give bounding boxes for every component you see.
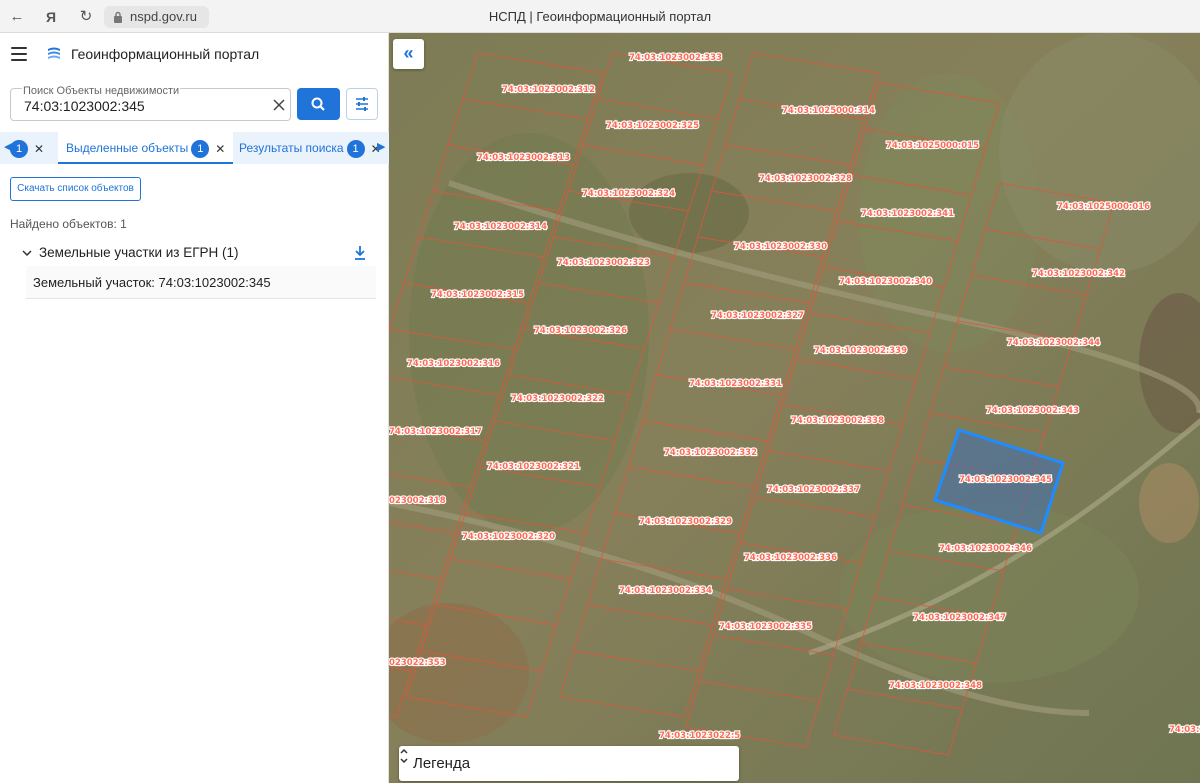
parcel-label[interactable]: 74:03:1023002:316 — [406, 358, 501, 370]
map-canvas[interactable]: 74:03:1023002:333 74:03:1023002:312 74:03:… — [389, 33, 1200, 783]
parcel-label[interactable]: 74:03:1023002:324 — [581, 188, 676, 200]
menu-icon[interactable] — [11, 47, 27, 61]
tabs-bar: ◀ 1 ✕ Выделенные объекты 1 ✕ Результаты пои… — [0, 132, 389, 164]
parcel-label[interactable]: 74:03:1023002:334 — [618, 585, 713, 597]
tab-search-results[interactable]: Результаты поиска 1 ✕ — [239, 132, 381, 164]
tab-count-badge: 1 — [346, 139, 365, 158]
tabs-scroll-right-icon[interactable]: ▶ — [377, 140, 385, 153]
lock-icon — [114, 11, 122, 23]
search-label: Поиск Объекты недвижимости — [22, 85, 181, 97]
close-icon[interactable]: ✕ — [34, 133, 44, 165]
search-button[interactable] — [297, 88, 340, 120]
address-bar[interactable]: nspd.gov.ru — [104, 6, 209, 28]
parcel-label[interactable]: 74:03:1023002:322 — [510, 393, 605, 405]
back-arrow-icon[interactable]: ← — [8, 8, 26, 26]
parcel-label[interactable]: 74:03:1023002:332 — [663, 447, 758, 459]
parcel-label[interactable]: 74:03:1023002:323 — [556, 257, 651, 269]
collapse-panel-button[interactable]: « — [393, 39, 424, 69]
parcel-label[interactable]: 74:03:1023002:317 — [389, 426, 483, 438]
parcel-label[interactable]: 74:03:1023002:326 — [533, 325, 628, 337]
result-label: Земельный участок: 74:03:1023002:345 — [33, 275, 271, 290]
parcel-label[interactable]: 74:03:1023002:330 — [733, 241, 828, 253]
parcel-label[interactable]: 74:03:1023073:12 — [1168, 724, 1200, 736]
download-list-button[interactable]: Скачать список объектов — [10, 177, 141, 201]
parcel-label[interactable]: 74:03:1023002:328 — [758, 173, 853, 185]
map-view[interactable]: 74:03:1023002:333 74:03:1023002:312 74:03:… — [389, 33, 1200, 783]
filter-button[interactable] — [346, 88, 378, 120]
parcel-label[interactable]: 74:03:1023002:346 — [938, 543, 1033, 555]
parcel-label[interactable]: 74:03:1025000:015 — [885, 140, 980, 152]
parcel-label[interactable]: 74:03:1023002:313 — [476, 152, 571, 164]
parcel-label[interactable]: 74:03:1023002:339 — [813, 345, 908, 357]
parcel-label[interactable]: 74:03:1023002:331 — [688, 378, 783, 390]
tab-count-badge: 1 — [191, 139, 210, 158]
parcel-label[interactable]: 74:03:1023002:335 — [718, 621, 813, 633]
search-icon — [311, 97, 325, 111]
parcel-label[interactable]: 74:03:1023002:336 — [743, 552, 838, 564]
legend-dropdown[interactable]: Легенда — [399, 746, 739, 781]
parcel-label[interactable]: 74:03:1023002:325 — [605, 120, 700, 132]
parcel-label[interactable]: 74:03:1023002:333 — [628, 52, 723, 64]
list-item[interactable]: Земельный участок: 74:03:1023002:345 — [26, 266, 376, 299]
tab-label: Результаты поиска — [239, 141, 344, 155]
parcel-label[interactable]: 74:03:1023002:347 — [912, 612, 1007, 624]
parcel-label[interactable]: 74:03:1023002:327 — [710, 310, 805, 322]
tab-count-badge: 1 — [10, 139, 28, 158]
side-panel: Геоинформационный портал Поиск Объекты н… — [0, 33, 389, 783]
parcel-label[interactable]: 74:03:1023002:329 — [638, 516, 733, 528]
parcel-label[interactable]: 74:03:1023002:343 — [985, 405, 1080, 417]
search-value: 74:03:1023002:345 — [24, 98, 145, 114]
parcel-label[interactable]: 74:03:1023002:321 — [486, 461, 581, 473]
parcel-label[interactable]: 74:03:1025000:016 — [1056, 201, 1151, 213]
app-title: Геоинформационный портал — [71, 46, 260, 62]
parcel-label[interactable]: 74:03:1023002:320 — [461, 531, 556, 543]
parcel-label[interactable]: 74:03:1023022:5 — [658, 730, 741, 742]
group-header[interactable]: Земельные участки из ЕГРН (1) — [22, 244, 372, 264]
browser-toolbar: ← Я ↻ nspd.gov.ru НСПД | Геоинформационн… — [0, 0, 1200, 33]
download-icon[interactable] — [353, 245, 367, 261]
sliders-icon — [356, 97, 368, 111]
app-header: Геоинформационный портал — [0, 33, 389, 77]
parcel-label[interactable]: 74:03:1023002:340 — [838, 276, 933, 288]
url-text: nspd.gov.ru — [130, 9, 197, 24]
clear-icon[interactable] — [272, 98, 286, 112]
yandex-logo-icon[interactable]: Я — [42, 8, 60, 26]
tab-selected-objects[interactable]: Выделенные объекты 1 ✕ — [58, 132, 234, 165]
selected-parcel-label[interactable]: 74:03:1023002:345 — [958, 474, 1053, 486]
tab-previous[interactable]: 1 ✕ — [10, 132, 44, 164]
found-count: Найдено объектов: 1 — [10, 217, 127, 231]
tab-label: Выделенные объекты — [66, 141, 189, 155]
parcel-label[interactable]: 023002:318 — [389, 495, 447, 507]
legend-label: Легенда — [413, 755, 471, 772]
group-title: Земельные участки из ЕГРН (1) — [39, 245, 239, 260]
close-icon[interactable]: ✕ — [215, 133, 225, 165]
parcel-label[interactable]: 74:03:1023002:337 — [766, 484, 861, 496]
parcel-label[interactable]: 74:03:1023002:312 — [501, 84, 596, 96]
parcel-label[interactable]: 74:03:1023002:338 — [790, 415, 885, 427]
parcel-label[interactable]: 74:03:1023002:315 — [430, 289, 525, 301]
parcel-label[interactable]: 74:03:1023002:314 — [453, 221, 548, 233]
chevron-updown-icon — [400, 748, 408, 764]
parcel-label[interactable]: 74:03:1023002:341 — [860, 208, 955, 220]
portal-logo-icon — [48, 47, 60, 59]
search-input[interactable]: Поиск Объекты недвижимости 74:03:1023002… — [10, 85, 291, 121]
reload-icon[interactable]: ↻ — [77, 8, 95, 26]
chevron-down-icon[interactable] — [22, 248, 32, 258]
parcel-label[interactable]: 74:03:1023002:342 — [1031, 268, 1126, 280]
parcel-label[interactable]: 74:03:1023002:344 — [1006, 337, 1101, 349]
parcel-label[interactable]: 74:03:1025000:314 — [781, 105, 876, 117]
parcel-label[interactable]: 023022:353 — [389, 657, 447, 669]
parcel-label[interactable]: 74:03:1023002:348 — [888, 680, 983, 692]
